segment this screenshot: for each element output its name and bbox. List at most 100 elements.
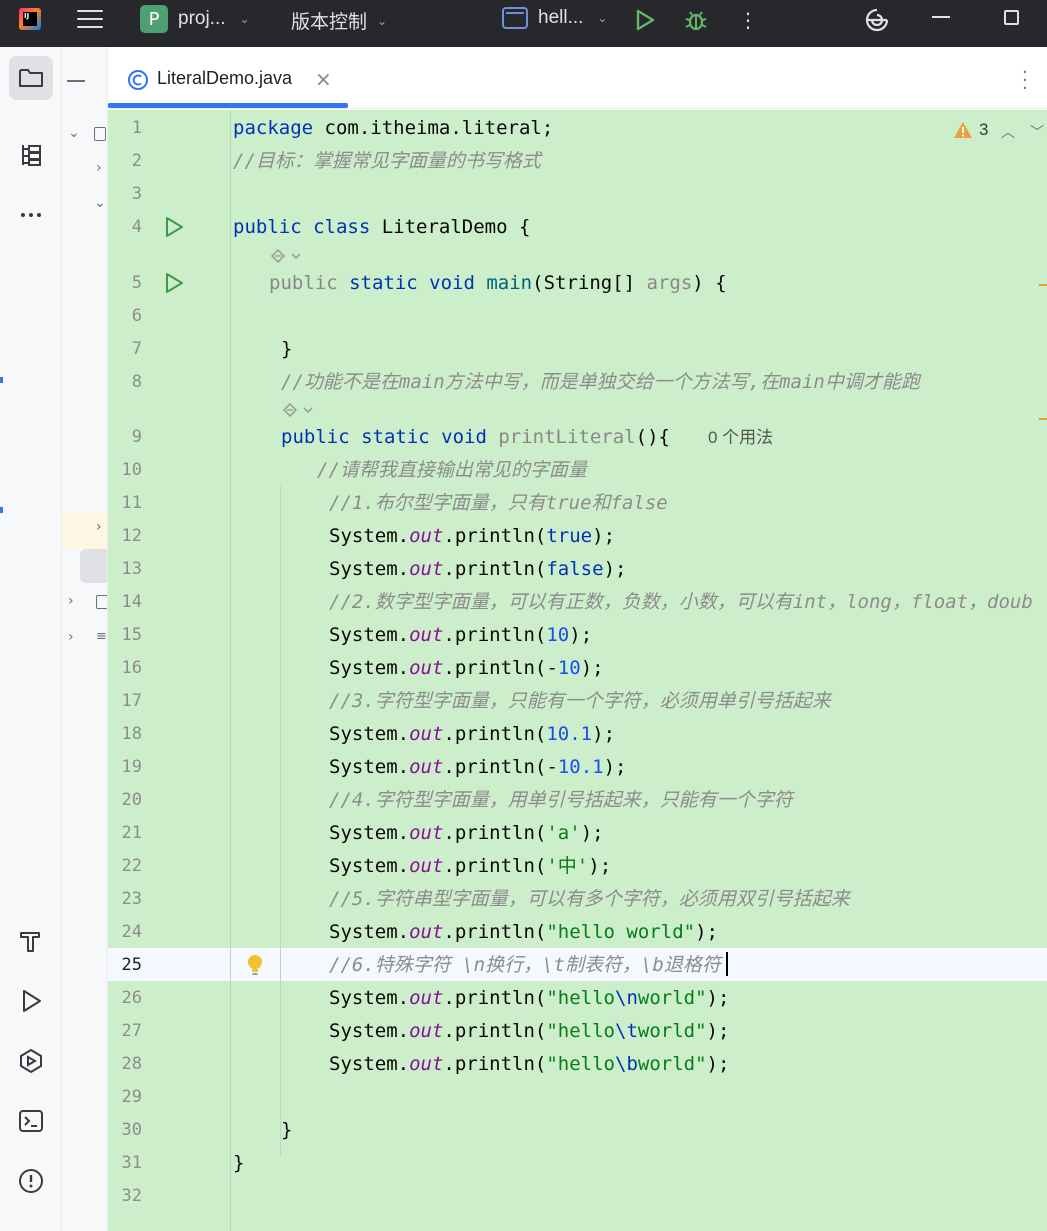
code-comment: //请帮我直接输出常见的字面量 xyxy=(317,459,587,481)
code-line: 11 //1.布尔型字面量，只有true和false xyxy=(108,487,1047,520)
tree-row-selected[interactable] xyxy=(80,549,107,583)
main-menu-icon[interactable] xyxy=(77,8,103,30)
code-line: 13 System.out.println(false); xyxy=(108,553,1047,586)
scratches-icon: ≡ xyxy=(96,629,107,644)
project-panel: ⌄ › ⌄ › › › ≡ xyxy=(62,47,108,1231)
folder-icon xyxy=(94,127,106,141)
close-icon[interactable]: × xyxy=(315,67,332,91)
code-line: 22 System.out.println('中'); xyxy=(108,850,1047,883)
strip-marker xyxy=(0,377,3,383)
line-number: 4 xyxy=(131,217,142,237)
code-line: 14 //2.数字型字面量，可以有正数，负数，小数，可以有int，long，fl… xyxy=(108,586,1047,619)
problems-tool-icon[interactable] xyxy=(9,1159,53,1203)
project-tool-icon[interactable] xyxy=(9,56,53,100)
code-line: 12 System.out.println(true); xyxy=(108,520,1047,553)
line-number: 27 xyxy=(121,1021,142,1041)
tree-collapse-icon[interactable]: › xyxy=(68,629,74,645)
library-icon xyxy=(96,595,107,609)
more-tools-icon[interactable] xyxy=(9,193,53,237)
chevron-down-icon: ⌄ xyxy=(377,13,388,28)
title-bar: IJ P proj... ⌄ 版本控制 ⌄ hell... ⌄ ⋮ xyxy=(0,0,1047,47)
code-comment: //2.数字型字面量，可以有正数，负数，小数，可以有int，long，float… xyxy=(329,591,1033,613)
code-line: 20 //4.字符型字面量，用单引号括起来，只能有一个字符 xyxy=(108,784,1047,817)
code-line: 26 System.out.println("hello\nworld"); xyxy=(108,982,1047,1015)
ai-assistant-icon[interactable] xyxy=(862,6,892,34)
run-tool-icon[interactable] xyxy=(9,979,53,1023)
active-tab-indicator xyxy=(108,103,348,108)
code-line: 29 xyxy=(108,1081,1047,1114)
line-number: 28 xyxy=(121,1054,142,1074)
hide-panel-icon[interactable] xyxy=(67,80,85,82)
code-line: 28 System.out.println("hello\bworld"); xyxy=(108,1048,1047,1081)
line-number: 2 xyxy=(131,151,142,171)
tab-label: LiteralDemo.java xyxy=(157,68,293,88)
line-number: 1 xyxy=(131,118,142,138)
ai-hint-icon[interactable] xyxy=(280,400,316,420)
more-icon[interactable]: ⋮ xyxy=(738,9,758,31)
tab-literaldemo[interactable]: LiteralDemo.java × xyxy=(108,47,348,109)
code-text: } xyxy=(233,1152,245,1174)
code-line: 4 public class LiteralDemo { xyxy=(108,211,1047,244)
line-number: 30 xyxy=(121,1120,142,1140)
code-line: 5 public static void main(String[] args)… xyxy=(108,267,1047,300)
code-line: 15 System.out.println(10); xyxy=(108,619,1047,652)
code-comment: //目标：掌握常见字面量的书写格式 xyxy=(233,150,541,172)
line-number: 18 xyxy=(121,724,142,744)
ai-hint-icon[interactable] xyxy=(268,246,304,266)
usages-hint[interactable]: 0 个用法 xyxy=(708,421,773,454)
strip-marker xyxy=(0,507,3,513)
scroll-warning-marker[interactable] xyxy=(1039,418,1047,420)
code-line: 3 xyxy=(108,178,1047,211)
code-text: public class LiteralDemo { xyxy=(233,216,531,238)
code-text: System.out.println(true); xyxy=(329,525,616,547)
tree-expand-icon[interactable]: ⌄ xyxy=(94,195,106,211)
project-selector[interactable]: P proj... ⌄ xyxy=(140,5,250,33)
terminal-tool-icon[interactable] xyxy=(9,1099,53,1143)
build-tool-icon[interactable] xyxy=(9,919,53,963)
maximize-icon[interactable] xyxy=(1004,10,1019,25)
services-tool-icon[interactable] xyxy=(9,1039,53,1083)
line-number: 24 xyxy=(121,922,142,942)
code-text: System.out.println(10.1); xyxy=(329,723,616,745)
code-comment: //4.字符型字面量，用单引号括起来，只能有一个字符 xyxy=(329,789,793,811)
app-logo[interactable]: IJ xyxy=(19,8,41,30)
code-text: System.out.println("hello\tworld"); xyxy=(329,1020,730,1042)
vcs-label: 版本控制 xyxy=(291,12,368,33)
text-caret xyxy=(726,952,728,976)
code-text: System.out.println("hello\bworld"); xyxy=(329,1053,730,1075)
code-editor[interactable]: 3 ︿ ﹀ 1 package com.itheima.literal; 2 /… xyxy=(108,110,1047,1231)
run-icon[interactable] xyxy=(633,8,657,32)
tab-options-icon[interactable]: · · · xyxy=(1022,64,1032,98)
tree-expand-icon[interactable]: ⌄ xyxy=(68,125,80,141)
vcs-selector[interactable]: 版本控制 ⌄ xyxy=(291,7,387,34)
line-number: 26 xyxy=(121,988,142,1008)
run-gutter-icon[interactable] xyxy=(163,216,185,238)
java-class-icon xyxy=(128,70,148,90)
code-line: 1 package com.itheima.literal; xyxy=(108,112,1047,145)
line-number: 20 xyxy=(121,790,142,810)
line-number: 21 xyxy=(121,823,142,843)
line-number: 5 xyxy=(131,273,142,293)
chevron-down-icon: ⌄ xyxy=(239,12,250,26)
tree-collapse-icon[interactable]: › xyxy=(68,593,74,609)
code-line: 27 System.out.println("hello\tworld"); xyxy=(108,1015,1047,1048)
debug-icon[interactable] xyxy=(683,7,709,33)
project-badge: P xyxy=(140,5,168,33)
code-text: } xyxy=(281,1119,293,1141)
minimize-icon[interactable] xyxy=(932,16,950,18)
line-number: 16 xyxy=(121,658,142,678)
tree-collapse-icon[interactable]: › xyxy=(96,160,102,176)
code-line: 16 System.out.println(-10); xyxy=(108,652,1047,685)
code-line: 21 System.out.println('a'); xyxy=(108,817,1047,850)
intention-bulb-icon[interactable] xyxy=(244,953,266,977)
code-line: 19 System.out.println(-10.1); xyxy=(108,751,1047,784)
structure-tool-icon[interactable] xyxy=(9,133,53,177)
tool-window-strip xyxy=(0,47,62,1231)
run-gutter-icon[interactable] xyxy=(163,272,185,294)
chevron-down-icon: ⌄ xyxy=(597,11,608,25)
tree-collapse-icon[interactable]: › xyxy=(96,519,102,535)
code-line: 30 } xyxy=(108,1114,1047,1147)
line-number: 14 xyxy=(121,592,142,612)
run-config-selector[interactable]: hell... ⌄ xyxy=(502,7,607,29)
line-number: 7 xyxy=(131,339,142,359)
